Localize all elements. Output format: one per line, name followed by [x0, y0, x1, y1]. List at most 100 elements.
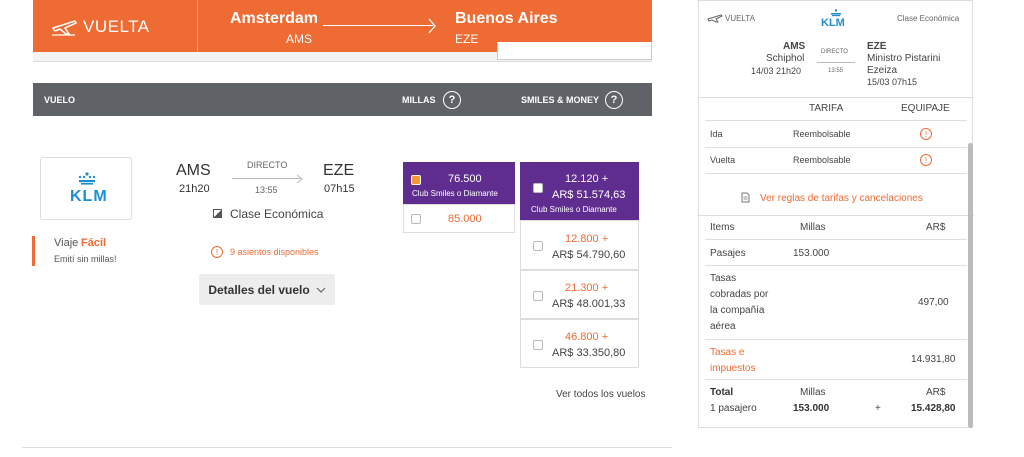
money-option-3-miles: 21.300 + [565, 282, 609, 294]
money-checkbox-1[interactable] [533, 183, 543, 193]
summary-direction: VUELTA [725, 14, 755, 23]
klm-logo-text: KLM [70, 188, 108, 205]
klm-crown-icon [831, 9, 841, 17]
summary-cabin: Clase Económica [897, 14, 960, 23]
millas-checkbox-2[interactable] [411, 214, 421, 224]
tasas-label-line4: aérea [710, 321, 736, 332]
millas-option-1-note: Club Smiles o Diamante [412, 189, 498, 198]
summary-divider [705, 147, 967, 148]
summary-scrollbar[interactable] [968, 143, 973, 428]
origin-code: AMS [286, 32, 313, 46]
promo-accent-bar [32, 236, 35, 266]
millas-option-1-value: 76.500 [448, 173, 482, 185]
see-all-flights-link[interactable]: Ver todos los vuelos [556, 389, 646, 400]
pasajes-millas: 153.000 [793, 248, 830, 259]
money-option-4[interactable]: 46.800 + AR$ 33.350,80 [520, 319, 639, 368]
fare-rules-link[interactable]: Ver reglas de tarifas y cancelaciones [760, 193, 923, 204]
seats-alert-icon: ! [211, 246, 223, 258]
money-option-3-money: AR$ 48.001,33 [552, 298, 626, 310]
flight-route-line [232, 178, 302, 179]
summary-dest-code: EZE [867, 41, 887, 52]
money-checkbox-3[interactable] [533, 291, 543, 301]
summary-divider [705, 339, 967, 340]
tasas-label-line2: cobradas por [710, 289, 769, 300]
baggage-alert-icon[interactable]: ! [920, 128, 932, 140]
money-option-2-money: AR$ 54.790,60 [552, 249, 626, 261]
fare-row-ida-label: Ida [710, 129, 723, 139]
money-option-1[interactable]: 12.120 + AR$ 51.574,63 Club Smiles o Dia… [520, 162, 639, 220]
flight-origin-code: AMS [176, 162, 211, 179]
klm-crown-icon [78, 172, 96, 185]
money-option-1-note: Club Smiles o Diamante [531, 205, 617, 214]
summary-divider [705, 265, 967, 266]
baggage-alert-icon[interactable]: ! [920, 154, 932, 166]
flight-dest-code: EZE [323, 162, 355, 179]
impuestos-label-line2[interactable]: impuestos [710, 363, 756, 374]
money-option-2-miles: 12.800 + [565, 233, 609, 245]
money-option-1-money: AR$ 51.574,63 [552, 189, 626, 201]
money-option-4-money: AR$ 33.350,80 [552, 347, 626, 359]
summary-airline-logo: KLM [821, 17, 845, 29]
money-checkbox-2[interactable] [533, 241, 543, 251]
summary-divider [705, 120, 967, 121]
money-option-2[interactable]: 12.800 + AR$ 54.790,60 [520, 220, 639, 270]
tasas-value: 497,00 [918, 297, 949, 308]
summary-origin-airport: Schiphol [766, 53, 805, 64]
chevron-down-icon [316, 287, 326, 293]
money-option-1-miles: 12.120 + [565, 173, 609, 185]
money-option-4-miles: 46.800 + [565, 331, 609, 343]
dest-code: EZE [455, 32, 479, 46]
col-tarifa: TARIFA [809, 103, 844, 114]
route-arrow-icon [296, 174, 303, 184]
impuestos-label-line1[interactable]: Tasas e [710, 347, 744, 358]
summary-divider [699, 97, 974, 98]
summary-dest-datetime: 15/03 07h15 [867, 77, 918, 87]
section-divider [22, 447, 672, 448]
flight-origin-time: 21h20 [179, 183, 210, 195]
tasas-label-line3: la compañía [710, 305, 765, 316]
summary-divider [705, 239, 967, 240]
millas-option-2-value: 85.000 [448, 213, 482, 225]
millas-checkbox-1[interactable] [411, 175, 421, 185]
airplane-icon [51, 20, 77, 36]
total-label: Total [710, 387, 734, 398]
col-smiles-money: SMILES & MONEY [521, 95, 600, 105]
total-plus: + [875, 403, 881, 414]
summary-divider [705, 379, 967, 380]
promo-title-viaje: Viaje [54, 237, 79, 249]
total-ars-label: AR$ [926, 387, 946, 398]
money-checkbox-4[interactable] [533, 340, 543, 350]
flight-details-button[interactable]: Detalles del vuelo [199, 274, 335, 305]
seat-class-icon [213, 209, 222, 218]
document-icon [741, 192, 750, 203]
flight-details-label: Detalles del vuelo [208, 282, 310, 297]
summary-dest-airport-1: Ministro Pistarini [867, 53, 941, 64]
help-millas-icon[interactable]: ? [443, 91, 461, 109]
direction-label: VUELTA [83, 17, 150, 36]
millas-option-1[interactable]: 76.500 Club Smiles o Diamante [403, 162, 515, 204]
arrow-right-icon [428, 18, 436, 34]
total-millas: 153.000 [793, 403, 830, 414]
col-equipaje: EQUIPAJE [901, 103, 950, 114]
flight-duration: 13:55 [255, 185, 278, 195]
help-smiles-money-icon[interactable]: ? [605, 91, 623, 109]
fare-row-ida-tarifa: Reembolsable [793, 129, 851, 139]
items-header-ars: AR$ [926, 222, 946, 233]
route-line [323, 25, 433, 26]
tasas-label-line1: Tasas [710, 273, 737, 284]
impuestos-value: 14.931,80 [911, 354, 956, 365]
pasajes-label: Pasajes [710, 248, 746, 259]
total-millas-label: Millas [800, 387, 826, 398]
millas-option-2[interactable]: 85.000 [403, 204, 515, 233]
summary-stop-type: DIRECTO [821, 49, 848, 55]
promo-title-facil: Fácil [81, 237, 107, 249]
items-header-items: Items [710, 222, 735, 233]
seats-available: 9 asientos disponibles [230, 247, 319, 257]
money-option-3[interactable]: 21.300 + AR$ 48.001,33 [520, 270, 639, 319]
summary-route-line [817, 62, 855, 63]
header-divider [197, 0, 198, 52]
sort-dropdown[interactable] [497, 42, 652, 60]
summary-divider [705, 173, 967, 174]
items-header-millas: Millas [800, 222, 826, 233]
col-vuelo: VUELO [44, 95, 76, 105]
